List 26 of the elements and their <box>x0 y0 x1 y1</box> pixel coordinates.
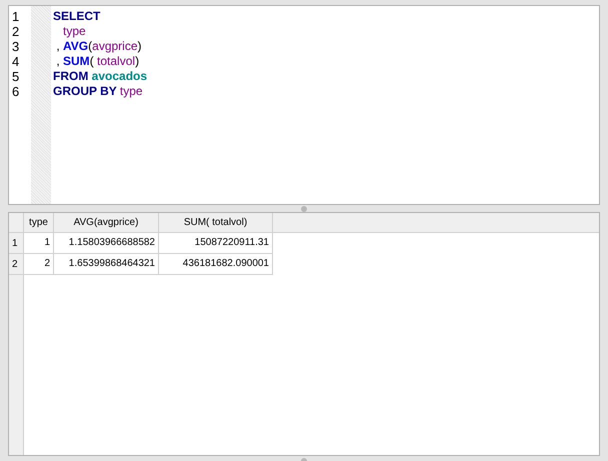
code-line: type <box>62 24 87 39</box>
line-number: 4 <box>12 54 20 69</box>
table-cell: 2 <box>24 254 54 275</box>
splitter-handle[interactable] <box>301 458 307 461</box>
table-cell: 1.15803966688582 <box>54 233 159 254</box>
line-number: 5 <box>12 69 20 84</box>
sql-editor[interactable]: 1 2 3 4 5 6 SELECT type , AVG(avgprice) , SUM( totalvol) FROM avocados GROUP BY type <box>8 5 600 205</box>
line-number: 1 <box>12 9 20 24</box>
table-cell: 15087220911.31 <box>159 233 273 254</box>
line-number: 6 <box>12 84 20 99</box>
code-line: FROM avocados <box>53 69 148 84</box>
row-number[interactable]: 2 <box>9 254 23 275</box>
table-cell: 436181682.090001 <box>159 254 273 275</box>
code-line: , AVG(avgprice) <box>55 39 142 54</box>
splitter-handle[interactable] <box>301 206 307 212</box>
column-header[interactable]: SUM( totalvol) <box>159 213 273 232</box>
row-number[interactable]: 1 <box>9 233 23 254</box>
line-number: 3 <box>12 39 20 54</box>
code-line: GROUP BY type <box>53 84 144 99</box>
code-line: SELECT <box>53 9 102 24</box>
code-line: , SUM( totalvol) <box>55 54 140 69</box>
column-header[interactable]: type <box>24 213 54 232</box>
line-number: 2 <box>12 24 20 39</box>
table-cell: 1 <box>24 233 54 254</box>
column-header[interactable]: AVG(avgprice) <box>54 213 159 232</box>
table-cell: 1.65399868464321 <box>54 254 159 275</box>
